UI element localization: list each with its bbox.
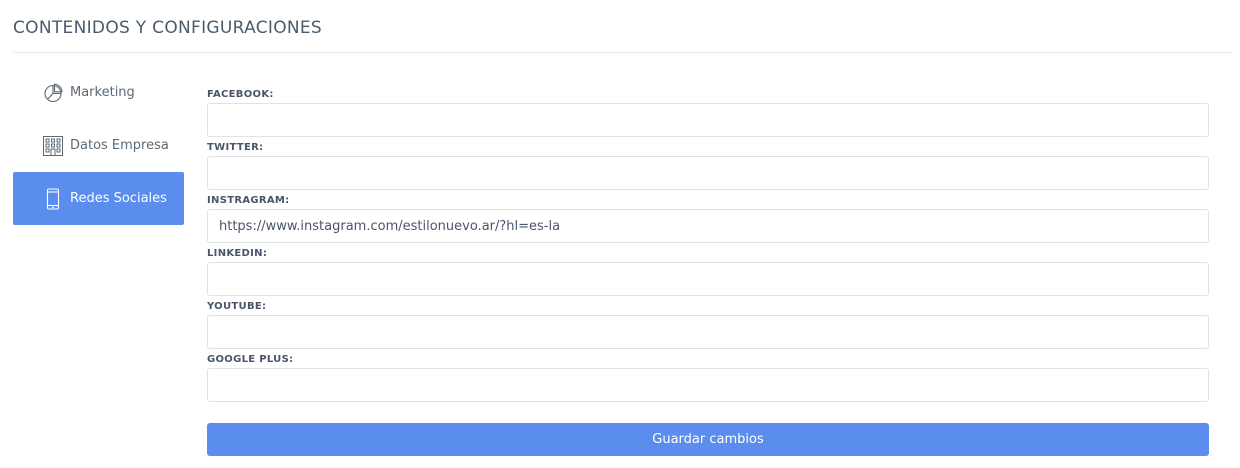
facebook-input[interactable] bbox=[207, 103, 1209, 137]
sidebar: Marketing Datos Empresa Redes Sociales bbox=[13, 66, 184, 225]
linkedin-label: LINKEDIN: bbox=[207, 248, 268, 259]
page-title: CONTENIDOS Y CONFIGURACIONES bbox=[13, 18, 323, 38]
facebook-field-group: FACEBOOK: bbox=[207, 86, 1209, 139]
youtube-field-group: YOUTUBE: bbox=[207, 298, 1209, 351]
linkedin-field-group: LINKEDIN: bbox=[207, 245, 1209, 298]
instagram-field-group: INSTRAGRAM: bbox=[207, 192, 1209, 245]
save-button[interactable]: Guardar cambios bbox=[207, 423, 1209, 456]
building-icon bbox=[42, 135, 64, 157]
linkedin-input[interactable] bbox=[207, 262, 1209, 296]
mobile-phone-icon bbox=[42, 187, 64, 210]
sidebar-item-datos-empresa[interactable]: Datos Empresa bbox=[13, 119, 184, 172]
google-plus-input[interactable] bbox=[207, 368, 1209, 402]
sidebar-item-redes-sociales[interactable]: Redes Sociales bbox=[13, 172, 184, 225]
youtube-label: YOUTUBE: bbox=[207, 301, 267, 312]
pie-chart-icon bbox=[42, 82, 64, 104]
twitter-field-group: TWITTER: bbox=[207, 139, 1209, 192]
sidebar-item-label: Marketing bbox=[70, 85, 135, 100]
twitter-label: TWITTER: bbox=[207, 142, 264, 153]
sidebar-item-label: Datos Empresa bbox=[70, 138, 169, 153]
header-divider bbox=[13, 52, 1231, 53]
sidebar-item-marketing[interactable]: Marketing bbox=[13, 66, 184, 119]
instagram-label: INSTRAGRAM: bbox=[207, 195, 290, 206]
twitter-input[interactable] bbox=[207, 156, 1209, 190]
google-plus-field-group: GOOGLE PLUS: bbox=[207, 351, 1209, 404]
google-plus-label: GOOGLE PLUS: bbox=[207, 354, 294, 365]
youtube-input[interactable] bbox=[207, 315, 1209, 349]
instagram-input[interactable] bbox=[207, 209, 1209, 243]
facebook-label: FACEBOOK: bbox=[207, 89, 274, 100]
social-links-form: FACEBOOK: TWITTER: INSTRAGRAM: LINKEDIN:… bbox=[207, 86, 1209, 404]
sidebar-item-label: Redes Sociales bbox=[70, 191, 167, 206]
